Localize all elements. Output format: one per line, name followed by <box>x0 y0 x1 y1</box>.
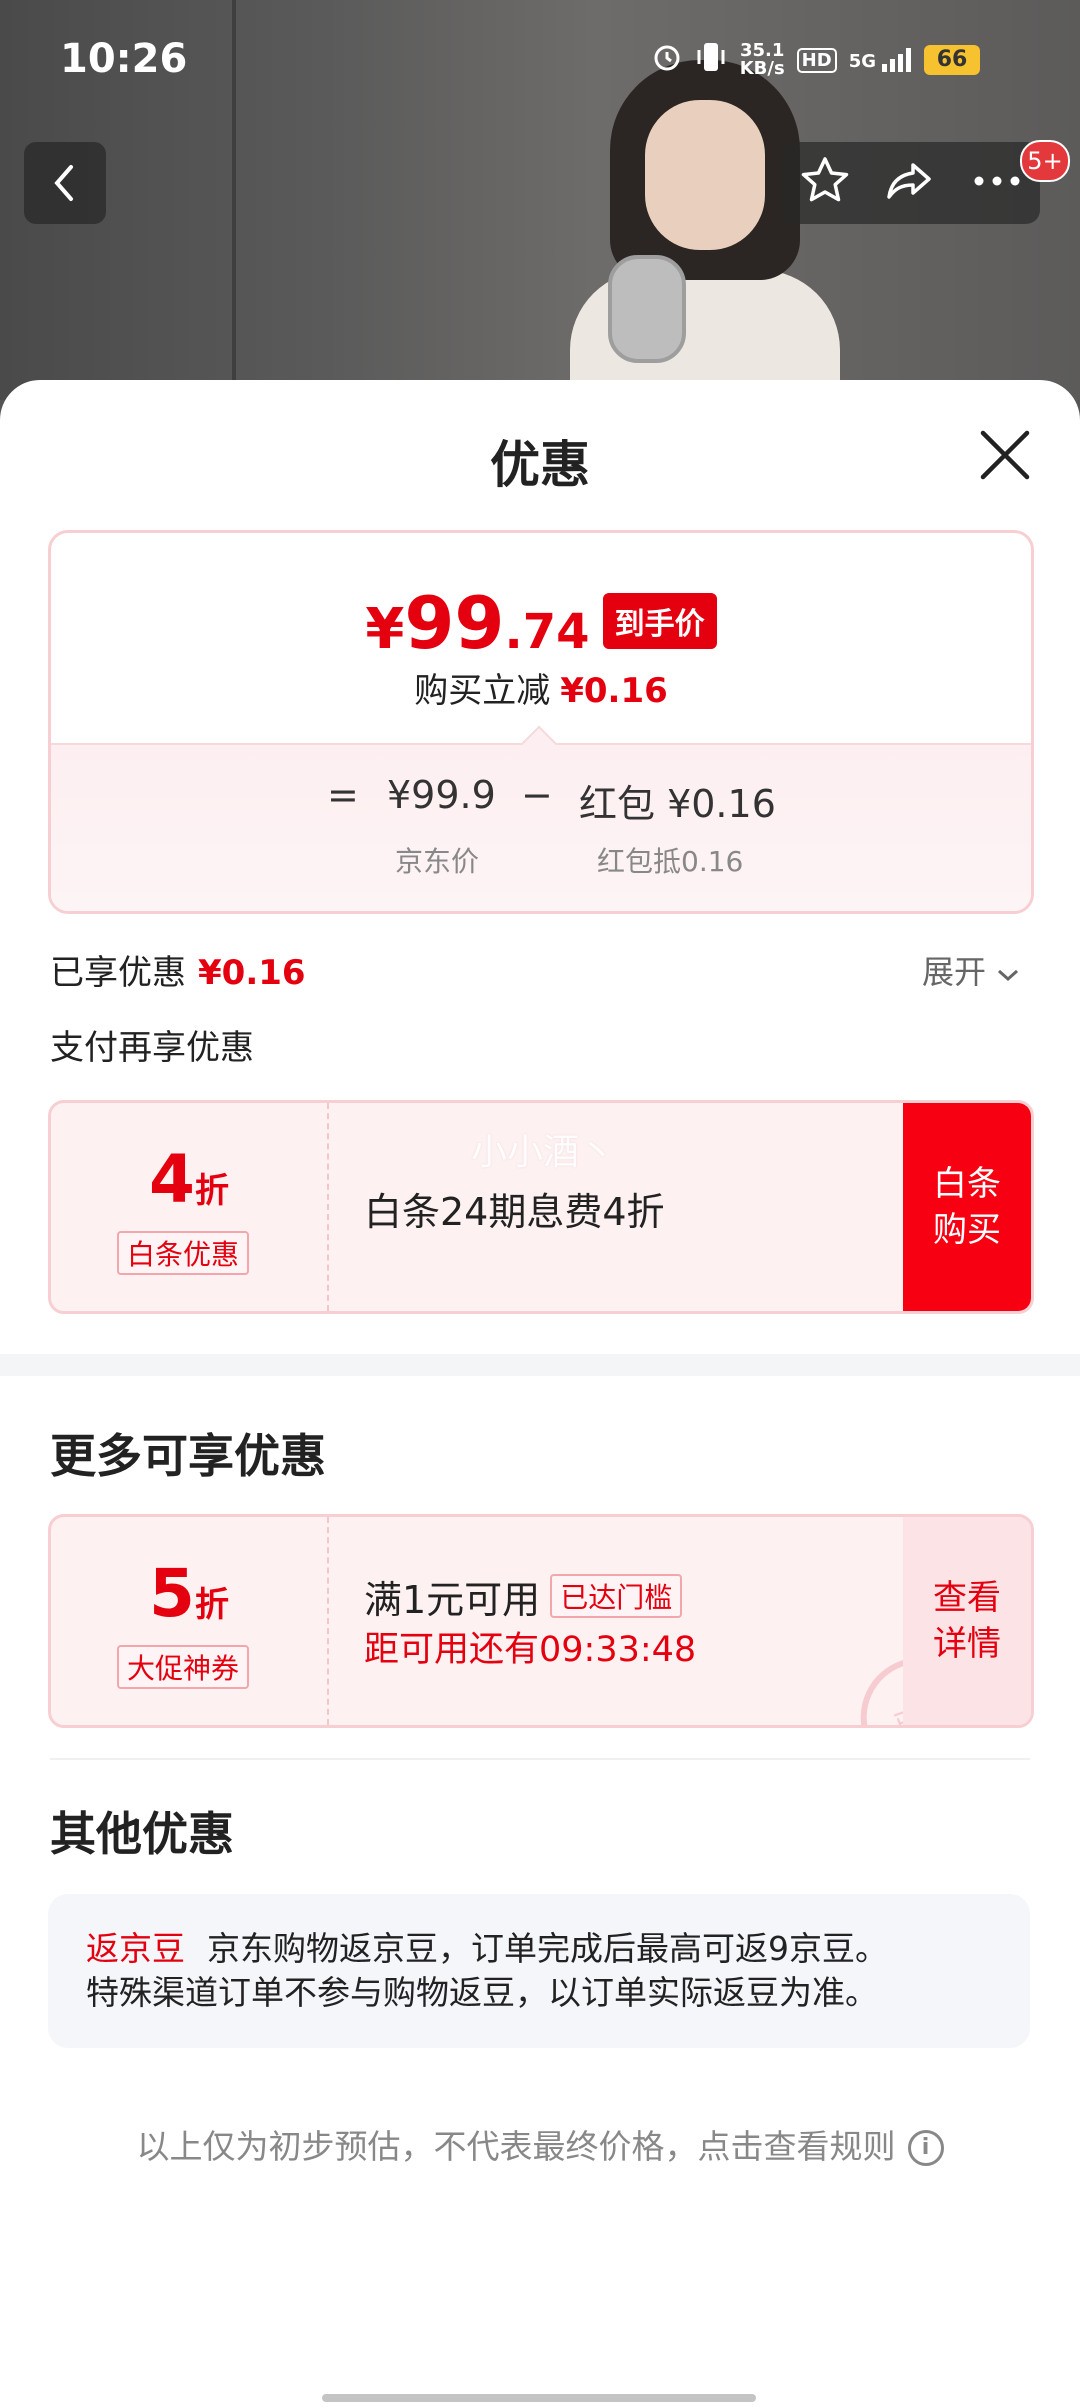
hd-icon: HD <box>796 47 837 73</box>
network-speed: 35.1 KB/s <box>739 40 785 79</box>
more-button[interactable] <box>969 171 1025 195</box>
more-dots-icon <box>974 176 1020 186</box>
favorite-button[interactable] <box>797 153 853 213</box>
coupon-left: 5折 大促神券 <box>51 1517 327 1725</box>
top-action-group <box>782 142 1040 224</box>
coupon-description: 白条24期息费4折 <box>364 1190 665 1234</box>
back-button[interactable] <box>24 142 106 224</box>
redpacket-label: 红包抵0.16 <box>597 845 744 878</box>
section-divider <box>0 1354 1080 1376</box>
final-price: ¥99.74 到手价 <box>51 581 1031 665</box>
vibrate-icon <box>694 40 728 80</box>
share-icon <box>887 163 931 199</box>
jd-price-label: 京东价 <box>395 845 480 878</box>
jingdou-label: 返京豆 <box>86 1929 185 1968</box>
pay-more-label: 支付再享优惠 <box>50 1028 254 1068</box>
expand-toggle[interactable]: 展开 <box>922 947 1020 993</box>
status-bar: 10:26 35.1 KB/s HD 5G 66 <box>0 0 1080 110</box>
alarm-icon <box>652 42 682 78</box>
other-discounts-title: 其他优惠 <box>50 1807 234 1861</box>
chevron-down-icon <box>998 969 1019 982</box>
chevron-left-icon <box>54 165 73 201</box>
coupon-left: 4折 白条优惠 <box>51 1103 327 1311</box>
discount-sheet: 优惠 ¥99.74 到手价 购买立减 ¥0.16 = ¥99.9 − 红包 ¥0.… <box>0 380 1080 2408</box>
coupon-tag: 大促神券 <box>117 1645 250 1689</box>
redpacket-amount: 红包 ¥0.16 <box>579 782 776 826</box>
message-badge: 5+ <box>1020 140 1070 182</box>
instant-discount: 购买立减 ¥0.16 <box>414 671 668 711</box>
star-icon <box>801 157 849 202</box>
signal-icon: 5G <box>849 48 912 72</box>
threshold-tag: 已达门槛 <box>550 1574 683 1618</box>
jingdou-info-box: 返京豆 京东购物返京豆，订单完成后最高可返9京豆。 特殊渠道订单不参与购物返豆，以… <box>48 1894 1030 2048</box>
status-icons: 35.1 KB/s HD 5G 66 <box>652 40 980 80</box>
promo-coupon: 5折 大促神券 满1元可用已达门槛 距可用还有09:33:48 已领 查看 详情 <box>48 1514 1034 1728</box>
price-breakdown: = ¥99.9 − 红包 ¥0.16 京东价 红包抵0.16 <box>51 743 1031 911</box>
price-card: ¥99.74 到手价 购买立减 ¥0.16 = ¥99.9 − 红包 ¥0.16 … <box>48 530 1034 914</box>
coupon-condition: 满1元可用 已达门槛 <box>364 1569 683 1624</box>
watermark: 小小酒丶 <box>471 1132 616 1173</box>
close-icon <box>980 430 1030 480</box>
coupon-countdown: 距可用还有09:33:48 <box>364 1630 697 1670</box>
battery-icon: 66 <box>924 45 980 75</box>
baitiao-coupon: 4折 白条优惠 小小酒丶 白条24期息费4折 白条 购买 <box>48 1100 1034 1314</box>
enjoyed-discount: 已享优惠 ¥0.16 <box>50 953 306 993</box>
rules-link[interactable]: 以上仅为初步预估，不代表最终价格，点击查看规则 i <box>0 2120 1080 2168</box>
divider-line <box>50 1758 1030 1760</box>
view-details-button[interactable]: 查看 详情 <box>903 1517 1031 1725</box>
coupon-tag: 白条优惠 <box>117 1231 250 1275</box>
final-price-tag: 到手价 <box>602 593 717 649</box>
jingdou-text-1: 京东购物返京豆，订单完成后最高可返9京豆。 <box>207 1929 888 1968</box>
sheet-title: 优惠 <box>490 436 590 494</box>
home-indicator[interactable] <box>322 2394 756 2402</box>
baitiao-buy-button[interactable]: 白条 购买 <box>903 1103 1031 1311</box>
more-discounts-title: 更多可享优惠 <box>50 1429 326 1483</box>
status-time: 10:26 <box>60 36 188 82</box>
jingdou-text-2: 特殊渠道订单不参与购物返豆，以订单实际返豆为准。 <box>86 1973 878 2012</box>
close-button[interactable] <box>975 425 1035 485</box>
share-button[interactable] <box>883 153 939 213</box>
info-icon: i <box>907 2130 944 2166</box>
jd-price: ¥99.9 <box>387 773 496 817</box>
